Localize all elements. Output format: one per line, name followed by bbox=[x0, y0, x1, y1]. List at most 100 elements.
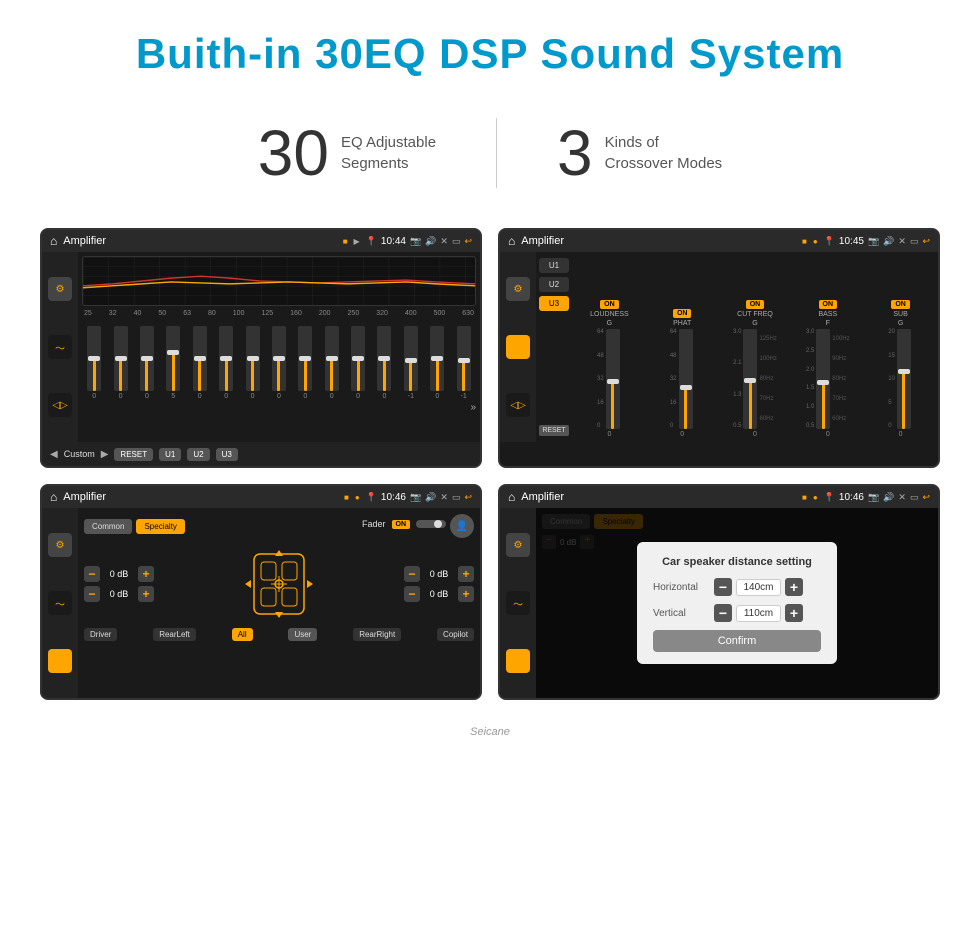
eq-slider-track-10[interactable] bbox=[351, 326, 365, 391]
eq-u3-btn[interactable]: U3 bbox=[216, 448, 238, 461]
channel-bottom-val-2: 0 bbox=[753, 431, 757, 438]
channel-on-2[interactable]: ON bbox=[746, 300, 765, 309]
eq-u1-btn[interactable]: U1 bbox=[159, 448, 181, 461]
channel-slider-v-2[interactable] bbox=[743, 329, 757, 429]
eq-slider-track-9[interactable] bbox=[325, 326, 339, 391]
balance-content: ⚙ 〜 ◁▷ Common Specialty Fader ON bbox=[42, 508, 480, 698]
crossover-wave-btn[interactable]: 〜 bbox=[506, 335, 530, 359]
db-plus-1[interactable]: + bbox=[138, 566, 154, 582]
horizontal-plus-btn[interactable]: + bbox=[785, 578, 803, 596]
vertical-row: Vertical − 110cm + bbox=[653, 604, 821, 622]
channel-on-0[interactable]: ON bbox=[600, 300, 619, 309]
eq-slider-track-5[interactable] bbox=[219, 326, 233, 391]
channel-on-3[interactable]: ON bbox=[819, 300, 838, 309]
db-row-4: − 0 dB + bbox=[404, 586, 474, 602]
eq-next-btn[interactable]: ▶ bbox=[101, 449, 109, 460]
channel-slider-area-4: 20151050 bbox=[888, 329, 913, 429]
distance-home-icon[interactable]: ⌂ bbox=[508, 490, 515, 504]
eq-slider-track-3[interactable] bbox=[166, 326, 180, 391]
eq-more-icon[interactable]: » bbox=[470, 402, 476, 413]
balance-close-icon[interactable]: ✕ bbox=[440, 492, 448, 503]
user-btn[interactable]: User bbox=[288, 628, 317, 641]
crossover-close-icon[interactable]: ✕ bbox=[898, 236, 906, 247]
balance-home-icon[interactable]: ⌂ bbox=[50, 490, 57, 504]
eq-wave-btn[interactable]: 〜 bbox=[48, 335, 72, 359]
eq-slider-track-11[interactable] bbox=[377, 326, 391, 391]
common-btn[interactable]: Common bbox=[84, 519, 132, 534]
distance-content: ⚙ 〜 ◁▷ Common Specialty − 0 dB bbox=[500, 508, 938, 698]
channel-on-4[interactable]: ON bbox=[891, 300, 910, 309]
channel-name-2: CUT FREQ bbox=[737, 311, 773, 318]
confirm-button[interactable]: Confirm bbox=[653, 630, 821, 652]
fader-row: Fader ON bbox=[362, 519, 446, 529]
channel-slider-v-1[interactable] bbox=[679, 329, 693, 429]
eq-slider-track-6[interactable] bbox=[246, 326, 260, 391]
eq-slider-track-4[interactable] bbox=[193, 326, 207, 391]
channel-bottom-val-1: 0 bbox=[680, 431, 684, 438]
eq-status-icons: 📍 10:44 📷 🔊 ✕ ▭ ↩ bbox=[366, 236, 472, 247]
eq-u2-btn[interactable]: U2 bbox=[187, 448, 209, 461]
specialty-btn[interactable]: Specialty bbox=[136, 519, 184, 534]
distance-back-icon[interactable]: ↩ bbox=[922, 492, 930, 503]
eq-slider-track-14[interactable] bbox=[457, 326, 471, 391]
rearright-btn[interactable]: RearRight bbox=[353, 628, 401, 641]
eq-slider-track-1[interactable] bbox=[114, 326, 128, 391]
distance-volume-icon: 🔊 bbox=[883, 492, 894, 503]
eq-vol-btn[interactable]: ◁▷ bbox=[48, 393, 72, 417]
stat-crossover: 3 Kinds of Crossover Modes bbox=[497, 121, 782, 185]
eq-slider-val-14: -1 bbox=[461, 393, 467, 400]
balance-tune-btn[interactable]: ⚙ bbox=[48, 533, 72, 557]
db-minus-3[interactable]: − bbox=[404, 566, 420, 582]
crossover-tune-btn[interactable]: ⚙ bbox=[506, 277, 530, 301]
channel-slider-v-4[interactable] bbox=[897, 329, 911, 429]
crossover-reset-btn[interactable]: RESET bbox=[539, 425, 569, 436]
vertical-plus-btn[interactable]: + bbox=[785, 604, 803, 622]
driver-btn[interactable]: Driver bbox=[84, 628, 117, 641]
crossover-vol-btn[interactable]: ◁▷ bbox=[506, 393, 530, 417]
eq-tune-btn[interactable]: ⚙ bbox=[48, 277, 72, 301]
db-row-1: − 0 dB + bbox=[84, 566, 154, 582]
distance-close-icon[interactable]: ✕ bbox=[898, 492, 906, 503]
crossover-back-icon[interactable]: ↩ bbox=[922, 236, 930, 247]
db-minus-4[interactable]: − bbox=[404, 586, 420, 602]
crossover-home-icon[interactable]: ⌂ bbox=[508, 234, 515, 248]
channel-on-1[interactable]: ON bbox=[673, 309, 692, 318]
all-btn[interactable]: All bbox=[232, 628, 253, 641]
db-minus-1[interactable]: − bbox=[84, 566, 100, 582]
eq-slider-track-8[interactable] bbox=[298, 326, 312, 391]
copilot-btn[interactable]: Copilot bbox=[437, 628, 474, 641]
db-plus-4[interactable]: + bbox=[458, 586, 474, 602]
db-plus-3[interactable]: + bbox=[458, 566, 474, 582]
eq-play-icon: ▶ bbox=[354, 237, 360, 246]
balance-vol-btn[interactable]: ◁▷ bbox=[48, 649, 72, 673]
close-icon[interactable]: ✕ bbox=[440, 236, 448, 247]
distance-wave-btn[interactable]: 〜 bbox=[506, 591, 530, 615]
distance-tune-btn[interactable]: ⚙ bbox=[506, 533, 530, 557]
fader-slider[interactable] bbox=[416, 520, 446, 528]
eq-reset-btn[interactable]: RESET bbox=[114, 448, 153, 461]
eq-slider-track-0[interactable] bbox=[87, 326, 101, 391]
eq-slider-track-13[interactable] bbox=[430, 326, 444, 391]
eq-prev-btn[interactable]: ◀ bbox=[50, 449, 58, 460]
crossover-u2-btn[interactable]: U2 bbox=[539, 277, 569, 292]
vertical-minus-btn[interactable]: − bbox=[714, 604, 732, 622]
db-minus-2[interactable]: − bbox=[84, 586, 100, 602]
horizontal-minus-btn[interactable]: − bbox=[714, 578, 732, 596]
channel-slider-v-3[interactable] bbox=[816, 329, 830, 429]
distance-vol-btn[interactable]: ◁▷ bbox=[506, 649, 530, 673]
rearleft-btn[interactable]: RearLeft bbox=[153, 628, 196, 641]
stats-row: 30 EQ Adjustable Segments 3 Kinds of Cro… bbox=[0, 98, 980, 218]
eq-slider-val-13: 0 bbox=[435, 393, 439, 400]
balance-back-icon[interactable]: ↩ bbox=[464, 492, 472, 503]
eq-slider-track-12[interactable] bbox=[404, 326, 418, 391]
balance-wave-btn[interactable]: 〜 bbox=[48, 591, 72, 615]
home-icon[interactable]: ⌂ bbox=[50, 234, 57, 248]
back-icon[interactable]: ↩ bbox=[464, 236, 472, 247]
db-plus-2[interactable]: + bbox=[138, 586, 154, 602]
channel-slider-v-0[interactable] bbox=[606, 329, 620, 429]
crossover-u1-btn[interactable]: U1 bbox=[539, 258, 569, 273]
crossover-u3-btn[interactable]: U3 bbox=[539, 296, 569, 311]
eq-slider-track-2[interactable] bbox=[140, 326, 154, 391]
crossover-channels-container: ONLOUDNESSG6448321600ONPHAT6448321600ONC… bbox=[572, 252, 938, 442]
eq-slider-track-7[interactable] bbox=[272, 326, 286, 391]
